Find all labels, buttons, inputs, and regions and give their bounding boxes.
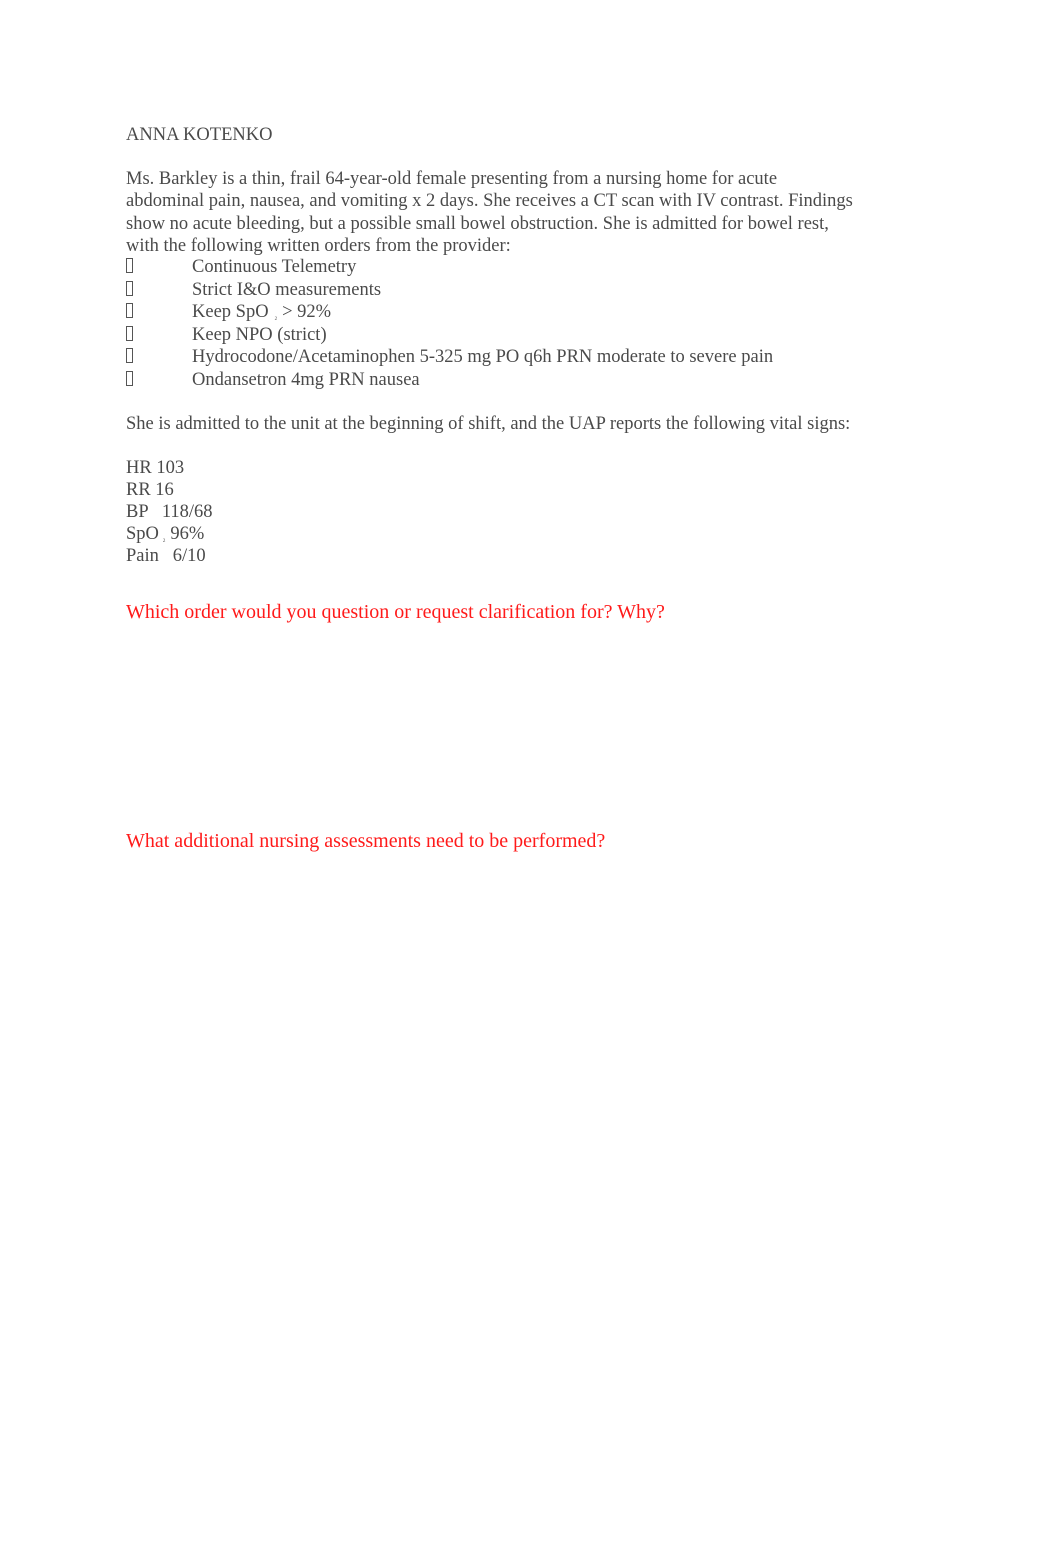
vital-hr: HR 103: [126, 458, 185, 478]
question-2: What additional nursing assessments need…: [126, 830, 606, 852]
order-item: Continuous Telemetry: [126, 256, 773, 279]
order-text: Strict I&O measurements: [192, 279, 382, 300]
orders-list: Continuous Telemetry Strict I&O measurem…: [126, 256, 773, 391]
vital-bp: BP 118/68: [126, 502, 213, 522]
order-text: Continuous Telemetry: [192, 257, 357, 277]
vital-rr: RR 16: [126, 480, 174, 500]
order-item: Strict I&O measurements: [126, 279, 773, 302]
missing-glyph-bullet-icon: [126, 258, 192, 281]
author-name: ANNA KOTENKO: [126, 125, 273, 145]
order-item: Keep SpO 2 > 92%: [126, 301, 773, 324]
answer-area-1[interactable]: [126, 630, 856, 820]
missing-glyph-bullet-icon: [126, 326, 192, 349]
subscript: 2: [274, 317, 278, 322]
subscript: 2: [162, 539, 166, 544]
missing-glyph-bullet-icon: [126, 281, 192, 304]
order-text: Keep NPO (strict): [192, 324, 327, 345]
case-intro-paragraph: Ms. Barkley is a thin, frail 64-year-old…: [126, 169, 853, 256]
question-1: Which order would you question or reques…: [126, 601, 665, 623]
vital-value: 96%: [170, 524, 205, 544]
order-text: > 92%: [282, 302, 332, 322]
answer-area-2[interactable]: [126, 860, 856, 1460]
vital-signs-list: HR 103 RR 16 BP 118/68 SpO 2 96% Pain 6/10: [126, 457, 213, 567]
vital-pain: Pain 6/10: [126, 546, 206, 566]
vital-spo2: SpO 2 96%: [126, 523, 213, 545]
missing-glyph-bullet-icon: [126, 371, 192, 394]
order-text: Hydrocodone/Acetaminophen 5-325 mg PO q6…: [192, 347, 774, 367]
order-item: Hydrocodone/Acetaminophen 5-325 mg PO q6…: [126, 346, 773, 369]
order-text: Keep SpO: [192, 302, 269, 322]
missing-glyph-bullet-icon: [126, 348, 192, 371]
vital-label: SpO: [126, 524, 159, 544]
vitals-intro-paragraph: She is admitted to the unit at the begin…: [126, 414, 851, 434]
order-text: Ondansetron 4mg PRN nausea: [192, 369, 420, 390]
missing-glyph-bullet-icon: [126, 303, 192, 326]
order-item: Keep NPO (strict): [126, 324, 773, 347]
order-item: Ondansetron 4mg PRN nausea: [126, 369, 773, 392]
